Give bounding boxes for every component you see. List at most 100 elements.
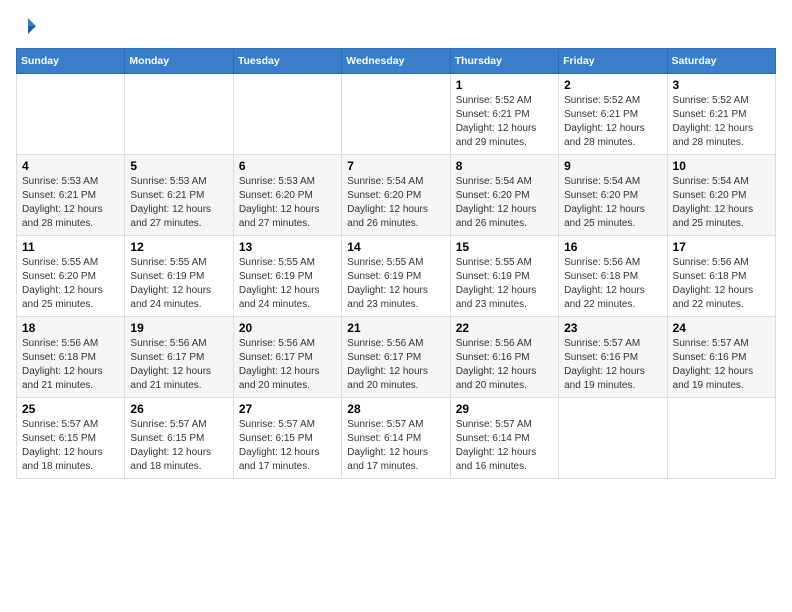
day-cell: 29 Sunrise: 5:57 AMSunset: 6:14 PMDayligh… (450, 398, 558, 479)
weekday-header-monday: Monday (125, 49, 233, 74)
day-number: 14 (347, 240, 444, 254)
day-info: Sunrise: 5:55 AMSunset: 6:20 PMDaylight:… (22, 256, 119, 312)
day-number: 28 (347, 402, 444, 416)
weekday-header-sunday: Sunday (17, 49, 125, 74)
logo-icon (18, 16, 38, 36)
day-cell: 28 Sunrise: 5:57 AMSunset: 6:14 PMDayligh… (342, 398, 450, 479)
day-info: Sunrise: 5:56 AMSunset: 6:17 PMDaylight:… (347, 337, 444, 393)
day-number: 7 (347, 159, 444, 173)
day-number: 3 (673, 78, 770, 92)
day-number: 5 (130, 159, 227, 173)
day-number: 2 (564, 78, 661, 92)
day-number: 12 (130, 240, 227, 254)
day-info: Sunrise: 5:57 AMSunset: 6:15 PMDaylight:… (239, 418, 336, 474)
day-cell: 6Sunrise: 5:53 AMSunset: 6:20 PMDaylight… (233, 155, 341, 236)
day-info: Sunrise: 5:57 AMSunset: 6:15 PMDaylight:… (130, 418, 227, 474)
day-cell (667, 398, 775, 479)
day-cell: 21 Sunrise: 5:56 AMSunset: 6:17 PMDayligh… (342, 317, 450, 398)
day-info: Sunrise: 5:52 AMSunset: 6:21 PMDaylight:… (673, 94, 770, 150)
day-cell: 23 Sunrise: 5:57 AMSunset: 6:16 PMDayligh… (559, 317, 667, 398)
day-info: Sunrise: 5:55 AMSunset: 6:19 PMDaylight:… (130, 256, 227, 312)
day-cell: 14 Sunrise: 5:55 AMSunset: 6:19 PMDayligh… (342, 236, 450, 317)
weekday-header-saturday: Saturday (667, 49, 775, 74)
day-cell: 8 Sunrise: 5:54 AMSunset: 6:20 PMDaylight… (450, 155, 558, 236)
day-info: Sunrise: 5:53 AMSunset: 6:21 PMDaylight:… (130, 175, 227, 231)
day-cell: 18 Sunrise: 5:56 AMSunset: 6:18 PMDayligh… (17, 317, 125, 398)
day-info: Sunrise: 5:54 AMSunset: 6:20 PMDaylight:… (456, 175, 553, 231)
day-cell: 2Sunrise: 5:52 AMSunset: 6:21 PMDaylight… (559, 74, 667, 155)
day-info: Sunrise: 5:57 AMSunset: 6:15 PMDaylight:… (22, 418, 119, 474)
day-number: 4 (22, 159, 119, 173)
day-number: 13 (239, 240, 336, 254)
day-cell: 13Sunrise: 5:55 AMSunset: 6:19 PMDayligh… (233, 236, 341, 317)
day-info: Sunrise: 5:57 AMSunset: 6:16 PMDaylight:… (564, 337, 661, 393)
day-cell: 1Sunrise: 5:52 AMSunset: 6:21 PMDaylight… (450, 74, 558, 155)
day-number: 1 (456, 78, 553, 92)
day-number: 10 (673, 159, 770, 173)
calendar-table: SundayMondayTuesdayWednesdayThursdayFrid… (16, 48, 776, 479)
day-cell: 22Sunrise: 5:56 AMSunset: 6:16 PMDayligh… (450, 317, 558, 398)
weekday-header-wednesday: Wednesday (342, 49, 450, 74)
day-cell: 9 Sunrise: 5:54 AMSunset: 6:20 PMDaylight… (559, 155, 667, 236)
day-number: 22 (456, 321, 553, 335)
day-cell: 3 Sunrise: 5:52 AMSunset: 6:21 PMDaylight… (667, 74, 775, 155)
week-row-4: 18 Sunrise: 5:56 AMSunset: 6:18 PMDayligh… (17, 317, 776, 398)
day-info: Sunrise: 5:56 AMSunset: 6:18 PMDaylight:… (564, 256, 661, 312)
day-number: 25 (22, 402, 119, 416)
day-number: 9 (564, 159, 661, 173)
day-cell: 24 Sunrise: 5:57 AMSunset: 6:16 PMDayligh… (667, 317, 775, 398)
day-cell: 19 Sunrise: 5:56 AMSunset: 6:17 PMDayligh… (125, 317, 233, 398)
day-info: Sunrise: 5:56 AMSunset: 6:18 PMDaylight:… (22, 337, 119, 393)
day-number: 8 (456, 159, 553, 173)
day-info: Sunrise: 5:56 AMSunset: 6:18 PMDaylight:… (673, 256, 770, 312)
day-cell: 15 Sunrise: 5:55 AMSunset: 6:19 PMDayligh… (450, 236, 558, 317)
weekday-header-row: SundayMondayTuesdayWednesdayThursdayFrid… (17, 49, 776, 74)
weekday-header-friday: Friday (559, 49, 667, 74)
day-number: 11 (22, 240, 119, 254)
day-cell (559, 398, 667, 479)
week-row-1: 1 Sunrise: 5:52 AMSunset: 6:21 PMDaylight… (17, 74, 776, 155)
weekday-header-thursday: Thursday (450, 49, 558, 74)
day-cell: 7 Sunrise: 5:54 AMSunset: 6:20 PMDaylight… (342, 155, 450, 236)
day-number: 19 (130, 321, 227, 335)
day-cell: 20Sunrise: 5:56 AMSunset: 6:17 PMDayligh… (233, 317, 341, 398)
logo (16, 16, 40, 36)
day-number: 6 (239, 159, 336, 173)
page-header (16, 16, 776, 36)
day-info: Sunrise: 5:54 AMSunset: 6:20 PMDaylight:… (347, 175, 444, 231)
day-number: 24 (673, 321, 770, 335)
day-cell: 27Sunrise: 5:57 AMSunset: 6:15 PMDayligh… (233, 398, 341, 479)
day-info: Sunrise: 5:56 AMSunset: 6:17 PMDaylight:… (130, 337, 227, 393)
day-cell: 16 Sunrise: 5:56 AMSunset: 6:18 PMDayligh… (559, 236, 667, 317)
day-cell: 17 Sunrise: 5:56 AMSunset: 6:18 PMDayligh… (667, 236, 775, 317)
day-info: Sunrise: 5:56 AMSunset: 6:17 PMDaylight:… (239, 337, 336, 393)
day-cell: 4 Sunrise: 5:53 AMSunset: 6:21 PMDaylight… (17, 155, 125, 236)
weekday-header-tuesday: Tuesday (233, 49, 341, 74)
day-info: Sunrise: 5:55 AMSunset: 6:19 PMDaylight:… (456, 256, 553, 312)
day-number: 17 (673, 240, 770, 254)
day-number: 29 (456, 402, 553, 416)
day-info: Sunrise: 5:53 AMSunset: 6:21 PMDaylight:… (22, 175, 119, 231)
day-cell: 25 Sunrise: 5:57 AMSunset: 6:15 PMDayligh… (17, 398, 125, 479)
day-info: Sunrise: 5:54 AMSunset: 6:20 PMDaylight:… (564, 175, 661, 231)
day-info: Sunrise: 5:57 AMSunset: 6:16 PMDaylight:… (673, 337, 770, 393)
week-row-5: 25 Sunrise: 5:57 AMSunset: 6:15 PMDayligh… (17, 398, 776, 479)
day-number: 18 (22, 321, 119, 335)
day-cell (17, 74, 125, 155)
day-cell (125, 74, 233, 155)
day-info: Sunrise: 5:57 AMSunset: 6:14 PMDaylight:… (347, 418, 444, 474)
day-number: 15 (456, 240, 553, 254)
day-cell (233, 74, 341, 155)
day-number: 16 (564, 240, 661, 254)
day-info: Sunrise: 5:57 AMSunset: 6:14 PMDaylight:… (456, 418, 553, 474)
week-row-2: 4 Sunrise: 5:53 AMSunset: 6:21 PMDaylight… (17, 155, 776, 236)
week-row-3: 11 Sunrise: 5:55 AMSunset: 6:20 PMDayligh… (17, 236, 776, 317)
day-cell: 12 Sunrise: 5:55 AMSunset: 6:19 PMDayligh… (125, 236, 233, 317)
day-cell: 5 Sunrise: 5:53 AMSunset: 6:21 PMDaylight… (125, 155, 233, 236)
day-number: 21 (347, 321, 444, 335)
day-cell (342, 74, 450, 155)
day-info: Sunrise: 5:55 AMSunset: 6:19 PMDaylight:… (347, 256, 444, 312)
day-info: Sunrise: 5:54 AMSunset: 6:20 PMDaylight:… (673, 175, 770, 231)
day-number: 23 (564, 321, 661, 335)
day-cell: 11 Sunrise: 5:55 AMSunset: 6:20 PMDayligh… (17, 236, 125, 317)
